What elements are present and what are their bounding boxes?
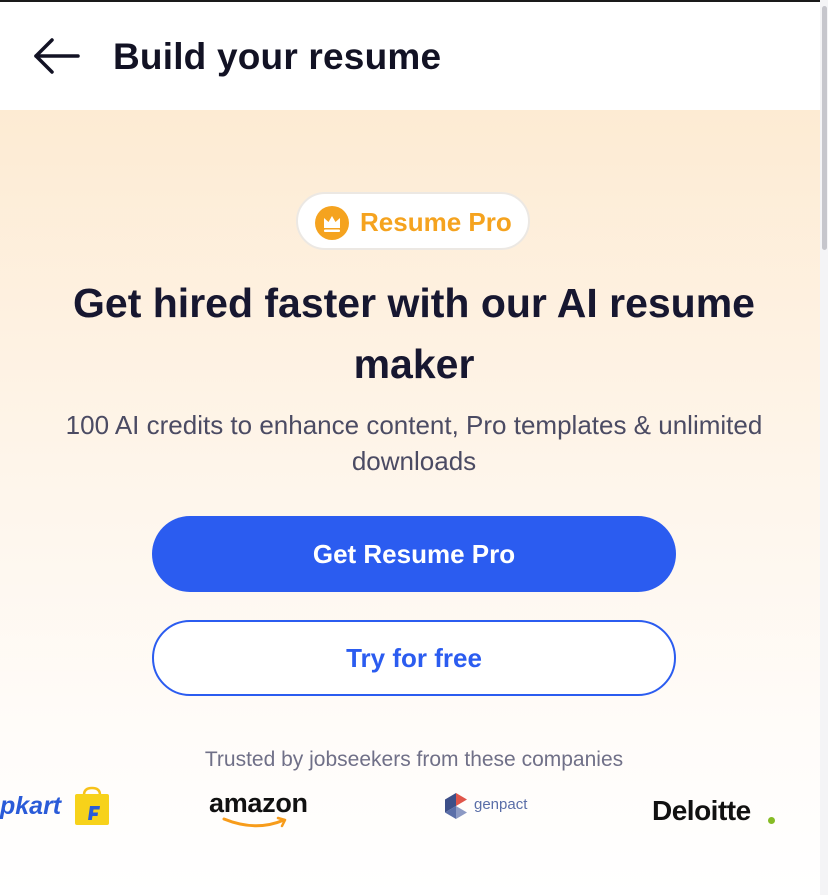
hero-subtext: 100 AI credits to enhance content, Pro t…	[65, 410, 763, 476]
genpact-logo-text: genpact	[474, 796, 528, 813]
deloitte-dot-icon	[768, 817, 775, 824]
amazon-logo-text: amazon	[209, 788, 308, 818]
try-for-free-button[interactable]: Try for free	[152, 620, 676, 696]
page-title: Build your resume	[113, 36, 442, 77]
flipkart-logo-text: pkart	[0, 792, 62, 820]
scrollbar[interactable]	[820, 0, 828, 895]
genpact-logo-icon	[445, 793, 467, 819]
app-header: Build your resume	[0, 2, 820, 110]
trusted-by-text: Trusted by jobseekers from these compani…	[204, 748, 624, 771]
back-button[interactable]	[30, 34, 84, 78]
hero-headline: Get hired faster with our AI resume make…	[73, 280, 755, 387]
amazon-smile-icon	[222, 816, 287, 828]
get-resume-pro-button[interactable]: Get Resume Pro	[152, 516, 676, 592]
badge-label: Resume Pro	[360, 207, 512, 237]
scrollbar-thumb[interactable]	[822, 6, 827, 250]
arrow-left-icon	[34, 38, 80, 74]
resume-pro-badge: Resume Pro	[296, 192, 530, 250]
flipkart-bag-icon	[75, 786, 109, 825]
hero-section: Resume Pro Get hired faster with our AI …	[0, 110, 820, 895]
crown-icon	[315, 206, 349, 240]
deloitte-logo-text: Deloitte	[652, 795, 751, 826]
